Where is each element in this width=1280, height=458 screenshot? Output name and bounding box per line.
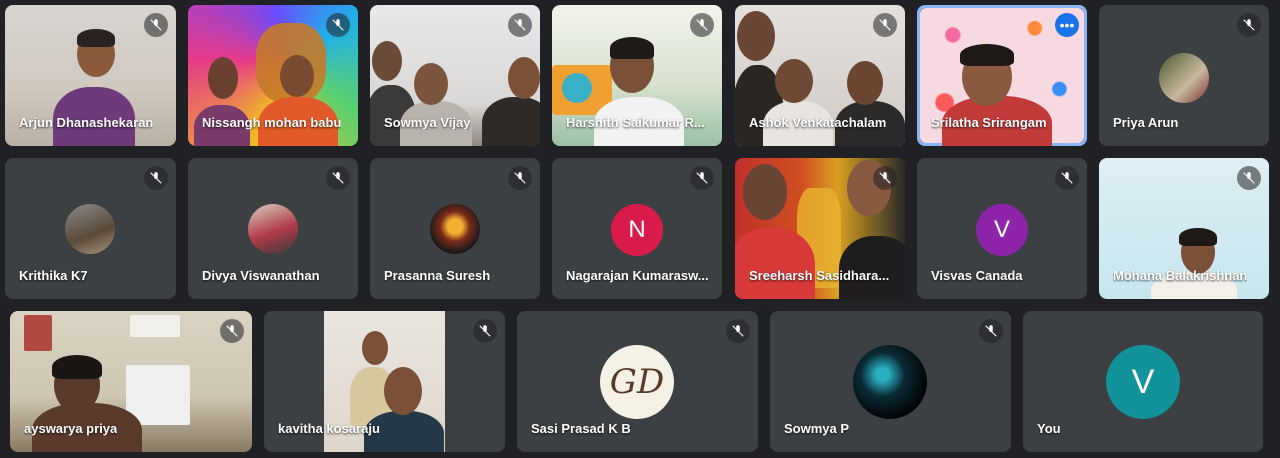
participant-name: Prasanna Suresh xyxy=(384,268,491,283)
participant-name: Arjun Dhanashekaran xyxy=(19,115,154,130)
avatar xyxy=(65,204,115,254)
muted-mic-icon xyxy=(508,166,532,190)
participant-tile-self[interactable]: V You xyxy=(1023,311,1263,452)
avatar xyxy=(853,345,927,419)
participant-name: Krithika K7 xyxy=(19,268,88,283)
participant-name: Sowmya P xyxy=(784,421,850,436)
participant-name: ayswarya priya xyxy=(24,421,118,436)
avatar xyxy=(1159,53,1209,103)
muted-mic-icon xyxy=(326,166,350,190)
avatar: V xyxy=(1106,345,1180,419)
muted-mic-icon xyxy=(473,319,497,343)
participant-tile[interactable]: GD Sasi Prasad K B xyxy=(517,311,758,452)
participant-tile[interactable]: Divya Viswanathan xyxy=(188,158,358,299)
participant-tile[interactable]: Arjun Dhanashekaran xyxy=(5,5,176,146)
muted-mic-icon xyxy=(1237,13,1261,37)
participant-tile[interactable]: Nissangh mohan babu xyxy=(188,5,358,146)
participant-name: Srilatha Srirangam xyxy=(931,115,1047,130)
participant-name: Divya Viswanathan xyxy=(202,268,320,283)
participant-tile[interactable]: Sreeharsh Sasidhara... xyxy=(735,158,905,299)
participant-tile[interactable]: N Nagarajan Kumarasw... xyxy=(552,158,722,299)
muted-mic-icon xyxy=(726,319,750,343)
muted-mic-icon xyxy=(873,13,897,37)
muted-mic-icon xyxy=(690,166,714,190)
participant-name: Nissangh mohan babu xyxy=(202,115,342,130)
participant-name: Sreeharsh Sasidhara... xyxy=(749,268,890,283)
participant-tile[interactable]: Mohana Balakrishnan xyxy=(1099,158,1269,299)
muted-mic-icon xyxy=(1237,166,1261,190)
participant-tile[interactable]: Prasanna Suresh xyxy=(370,158,540,299)
muted-mic-icon xyxy=(873,166,897,190)
participant-name: kavitha kosaraju xyxy=(278,421,380,436)
participant-tile-speaking[interactable]: ••• Srilatha Srirangam xyxy=(917,5,1087,146)
participant-name: Sowmya Vijay xyxy=(384,115,471,130)
participant-name: Nagarajan Kumarasw... xyxy=(566,268,709,283)
more-options-icon[interactable]: ••• xyxy=(1055,13,1079,37)
avatar xyxy=(248,204,298,254)
avatar xyxy=(430,204,480,254)
muted-mic-icon xyxy=(326,13,350,37)
participant-tile[interactable]: kavitha kosaraju xyxy=(264,311,505,452)
muted-mic-icon xyxy=(144,13,168,37)
participant-tile[interactable]: Krithika K7 xyxy=(5,158,176,299)
muted-mic-icon xyxy=(220,319,244,343)
avatar: N xyxy=(611,204,663,256)
avatar: GD xyxy=(600,345,674,419)
participant-tile[interactable]: Priya Arun xyxy=(1099,5,1269,146)
participant-tile[interactable]: Ashok Venkatachalam xyxy=(735,5,905,146)
muted-mic-icon xyxy=(508,13,532,37)
muted-mic-icon xyxy=(144,166,168,190)
participant-name: You xyxy=(1037,421,1061,436)
participant-tile[interactable]: V Visvas Canada xyxy=(917,158,1087,299)
avatar: V xyxy=(976,204,1028,256)
participant-name: Mohana Balakrishnan xyxy=(1113,268,1248,283)
participant-name: Sasi Prasad K B xyxy=(531,421,631,436)
participant-tile[interactable]: ayswarya priya xyxy=(10,311,252,452)
participant-tile[interactable]: Sowmya Vijay xyxy=(370,5,540,146)
participant-tile[interactable]: Harshith Saikumar R... xyxy=(552,5,722,146)
muted-mic-icon xyxy=(690,13,714,37)
muted-mic-icon xyxy=(979,319,1003,343)
participant-name: Ashok Venkatachalam xyxy=(749,115,887,130)
participant-name: Harshith Saikumar R... xyxy=(566,115,705,130)
participant-tile[interactable]: Sowmya P xyxy=(770,311,1011,452)
muted-mic-icon xyxy=(1055,166,1079,190)
participant-name: Priya Arun xyxy=(1113,115,1179,130)
participant-name: Visvas Canada xyxy=(931,268,1023,283)
